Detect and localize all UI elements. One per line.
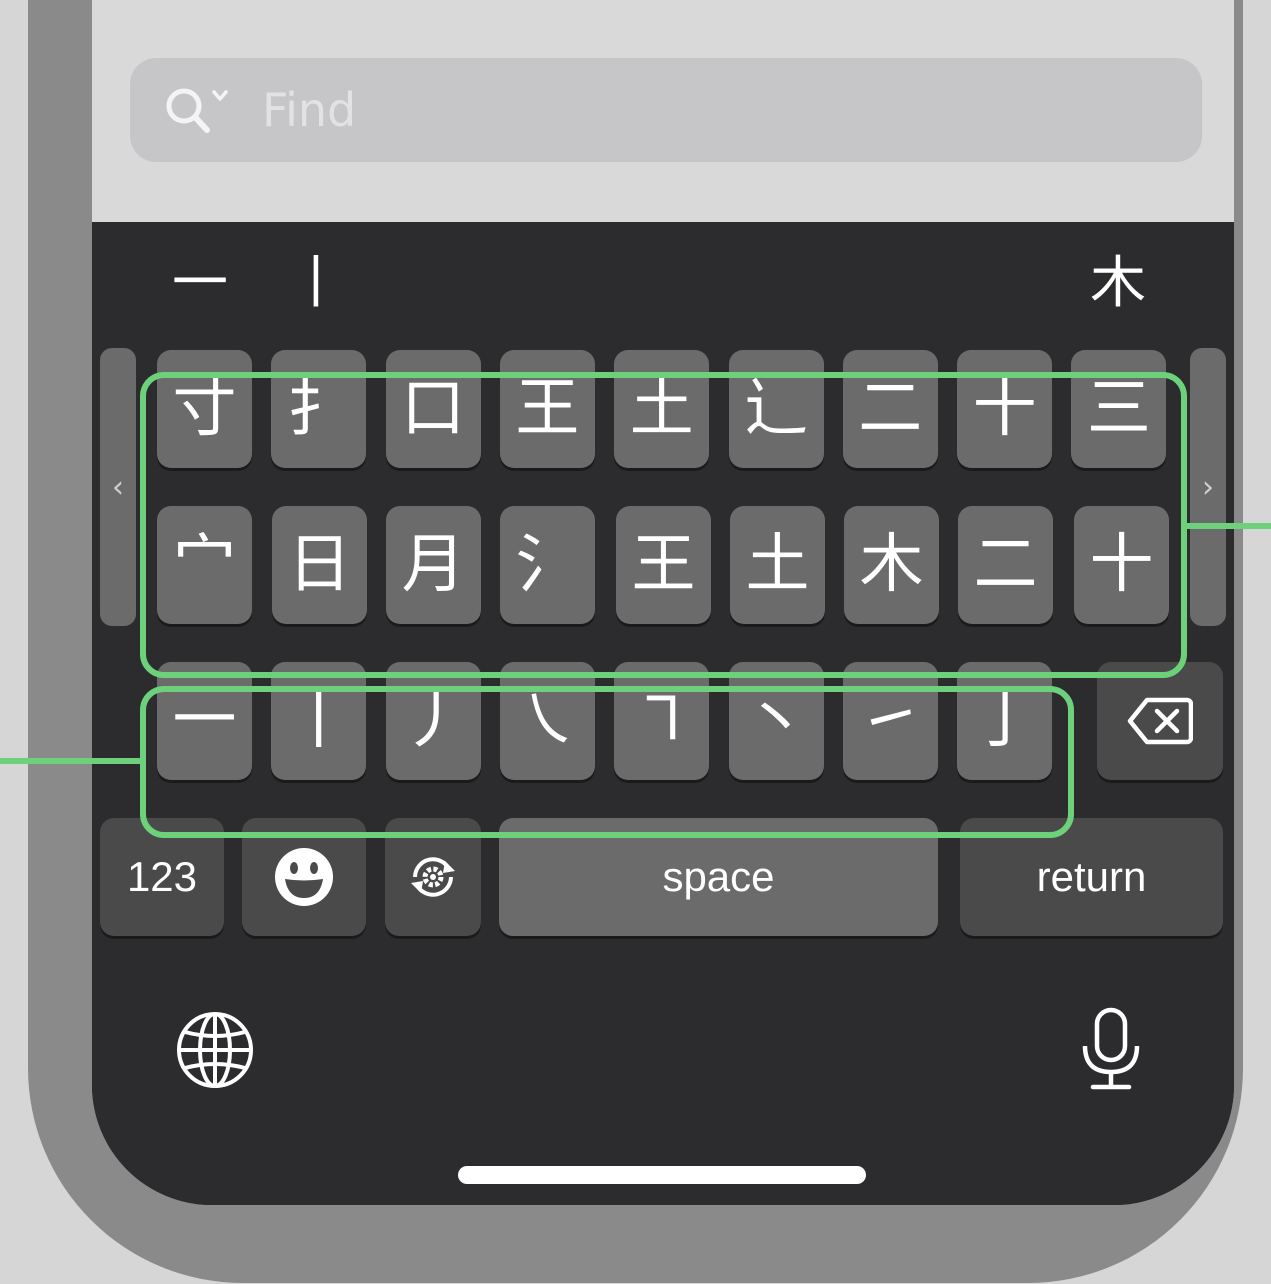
- home-indicator: [458, 1166, 866, 1184]
- candidate-1[interactable]: 一: [172, 252, 228, 316]
- return-key-label: return: [1036, 853, 1147, 900]
- search-placeholder: Find: [262, 83, 357, 137]
- components-highlight-box: [140, 372, 1187, 678]
- space-key-label: space: [662, 853, 775, 900]
- components-callout-line: [1187, 523, 1271, 529]
- globe-icon: [177, 1012, 253, 1088]
- numbers-key-label: 123: [126, 853, 198, 900]
- scroll-right-button[interactable]: ›: [1190, 348, 1226, 626]
- chevron-right-icon: ›: [1202, 469, 1214, 505]
- candidate-2[interactable]: 丨: [288, 252, 344, 316]
- delete-key[interactable]: [1097, 662, 1223, 780]
- microphone-icon: [1082, 1007, 1140, 1090]
- scroll-left-button[interactable]: ‹: [100, 348, 136, 626]
- delete-icon: [1127, 697, 1193, 745]
- strokes-callout-line: [0, 758, 140, 764]
- search-icon[interactable]: [162, 82, 238, 138]
- chevron-left-icon: ‹: [112, 469, 124, 505]
- candidate-3[interactable]: 木: [1090, 252, 1146, 316]
- strokes-highlight-box: [140, 686, 1074, 838]
- globe-button[interactable]: [172, 1007, 258, 1093]
- search-area: Find: [92, 0, 1234, 222]
- emoji-icon: [275, 848, 333, 906]
- dictation-button[interactable]: [1066, 1004, 1156, 1094]
- search-field[interactable]: Find: [130, 58, 1202, 162]
- keyboard-switch-icon: [411, 857, 455, 897]
